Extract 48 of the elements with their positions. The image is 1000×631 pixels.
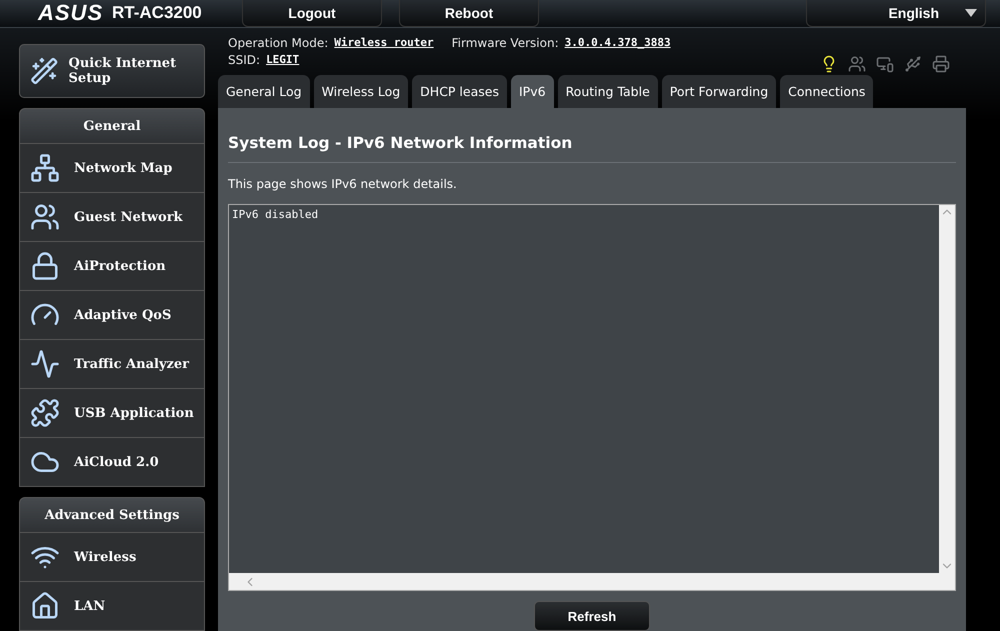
people-icon [30, 202, 60, 232]
tab[interactable]: Port Forwarding [662, 75, 776, 108]
sidebar-item[interactable]: USB Application [19, 389, 205, 438]
panel-title: System Log - IPv6 Network Information [228, 108, 956, 163]
sidebar-heading: General [19, 108, 205, 144]
sidebar-item[interactable]: Network Map [19, 144, 205, 193]
header-button[interactable]: Logout [242, 0, 382, 27]
tab[interactable]: Connections [780, 75, 874, 108]
mode-link[interactable]: Wireless router [334, 36, 434, 50]
sidebar-item[interactable]: Guest Network [19, 193, 205, 242]
sidebar-item[interactable]: AiProtection [19, 242, 205, 291]
sidebar-item[interactable]: Traffic Analyzer [19, 340, 205, 389]
brand-logo: ASUS [38, 0, 104, 27]
lock-icon [30, 251, 60, 281]
tab[interactable]: Routing Table [558, 75, 658, 108]
quick-setup-button[interactable]: Quick Internet Setup [19, 44, 205, 98]
info-label: Operation Mode: [228, 36, 328, 50]
puzzle-icon [30, 398, 60, 428]
sidebar-item[interactable]: Adaptive QoS [19, 291, 205, 340]
refresh-button[interactable]: Refresh [534, 601, 650, 631]
panel-description: This page shows IPv6 network details. [228, 176, 458, 193]
horizontal-scrollbar[interactable] [229, 573, 955, 590]
header-button[interactable]: Reboot [399, 0, 539, 27]
chart-icon [30, 349, 60, 379]
model-name: RT-AC3200 [112, 2, 203, 24]
ssid-link[interactable]: LEGIT [266, 53, 300, 67]
sidebar-item[interactable]: AiCloud 2.0 [19, 438, 205, 487]
info-label: SSID: [228, 53, 260, 67]
tab[interactable]: DHCP leases [412, 75, 507, 108]
log-area[interactable]: IPv6 disabled [228, 204, 956, 591]
printer-icon[interactable] [932, 55, 950, 74]
tab[interactable]: General Log [218, 75, 310, 108]
caret-icon [965, 9, 977, 17]
sidebar-item[interactable]: LAN [19, 582, 205, 631]
vertical-scrollbar[interactable] [939, 205, 955, 573]
usb-icon[interactable] [904, 55, 922, 74]
people-icon[interactable] [848, 55, 866, 74]
sidebar-item[interactable]: Wireless [19, 533, 205, 582]
language-select[interactable]: English [806, 0, 986, 27]
monitor-icon[interactable] [876, 55, 894, 74]
sidebar-heading: Advanced Settings [19, 497, 205, 533]
house-icon [30, 591, 60, 621]
network-icon [30, 153, 60, 183]
log-text: IPv6 disabled [231, 207, 320, 223]
info-label: Firmware Version: [452, 36, 559, 50]
tab[interactable]: Wireless Log [314, 75, 408, 108]
tab[interactable]: IPv6 [510, 75, 554, 108]
firmware-link[interactable]: 3.0.0.4.378_3883 [564, 36, 671, 50]
